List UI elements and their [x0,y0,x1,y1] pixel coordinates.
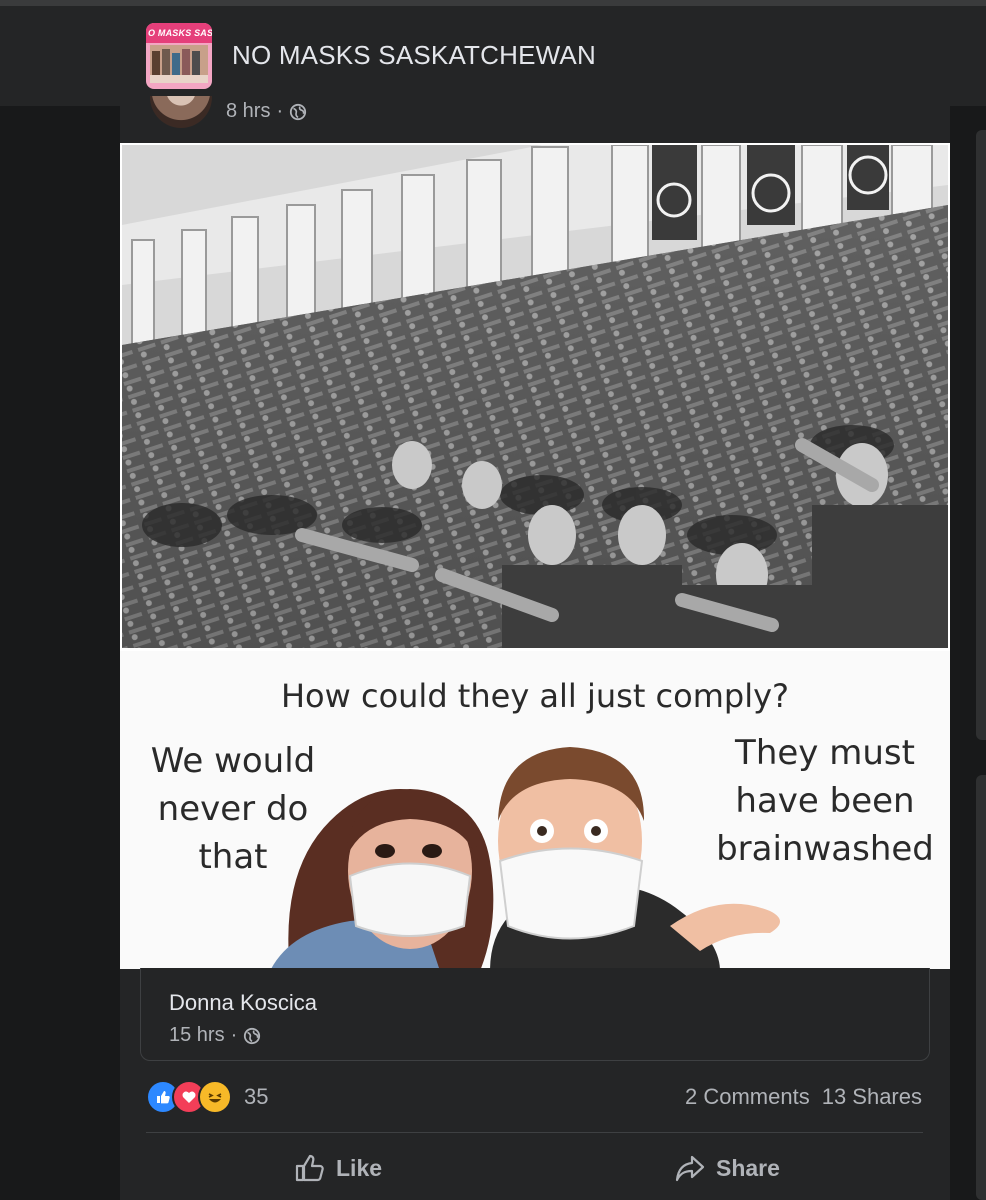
like-button[interactable]: Like [294,1148,382,1188]
globe-icon [244,1027,261,1044]
group-title[interactable]: NO MASKS SASKATCHEWAN [232,40,596,71]
shared-author-name[interactable]: Donna Koscica [169,990,317,1016]
like-label: Like [336,1154,383,1181]
shares-count-link[interactable]: 13 Shares [822,1084,922,1110]
meme-right-line: They must [735,733,915,773]
group-thumbnail[interactable]: O MASKS SASI [146,23,212,89]
share-arrow-icon [675,1155,705,1182]
meme-left-line: never do [157,789,309,829]
poster-avatar[interactable] [150,96,212,130]
meme-left-line: that [198,837,268,877]
shared-post-time[interactable]: 15 hrs [169,1024,225,1047]
reaction-summary[interactable]: 35 [146,1080,268,1114]
share-button[interactable]: Share [674,1148,780,1188]
post-time[interactable]: 8 hrs [226,100,270,123]
meme-left-line: We would [150,741,316,781]
shared-post-footer[interactable]: Donna Koscica 15 hrs · [140,968,930,1061]
right-panel-edge [976,130,986,740]
meta-separator: · [276,100,284,122]
thumbs-up-icon [295,1154,324,1182]
group-header: O MASKS SASI NO MASKS SASKATCHEWAN [0,6,986,106]
engagement-stats: 2 Comments 13 Shares [685,1084,922,1110]
reaction-count: 35 [244,1084,269,1109]
comments-count-link[interactable]: 2 Comments [685,1084,810,1110]
meme-left-text: We would never do that [128,737,338,881]
salute-crowd-photo [122,145,948,648]
globe-icon [290,103,307,120]
share-label: Share [716,1154,780,1181]
shared-post-meta: 15 hrs · [169,1024,261,1047]
meme-question: How could they all just comply? [280,677,790,715]
meme-right-line: have been [735,781,915,821]
meme-image[interactable]: How could they all just comply? We would… [120,143,950,969]
thumbnail-image [150,45,208,83]
meta-separator: · [230,1024,238,1046]
meme-right-text: They must have been brainwashed [710,729,940,873]
meme-right-line: brainwashed [716,829,934,869]
actions-divider [146,1132,923,1133]
right-panel-edge-lower [976,775,986,1200]
thumbnail-text: O MASKS SASI [148,28,212,38]
meme-caption-area: How could they all just comply? We would… [120,651,950,969]
haha-reaction-icon [198,1080,232,1114]
post-meta: 8 hrs · [226,100,307,123]
